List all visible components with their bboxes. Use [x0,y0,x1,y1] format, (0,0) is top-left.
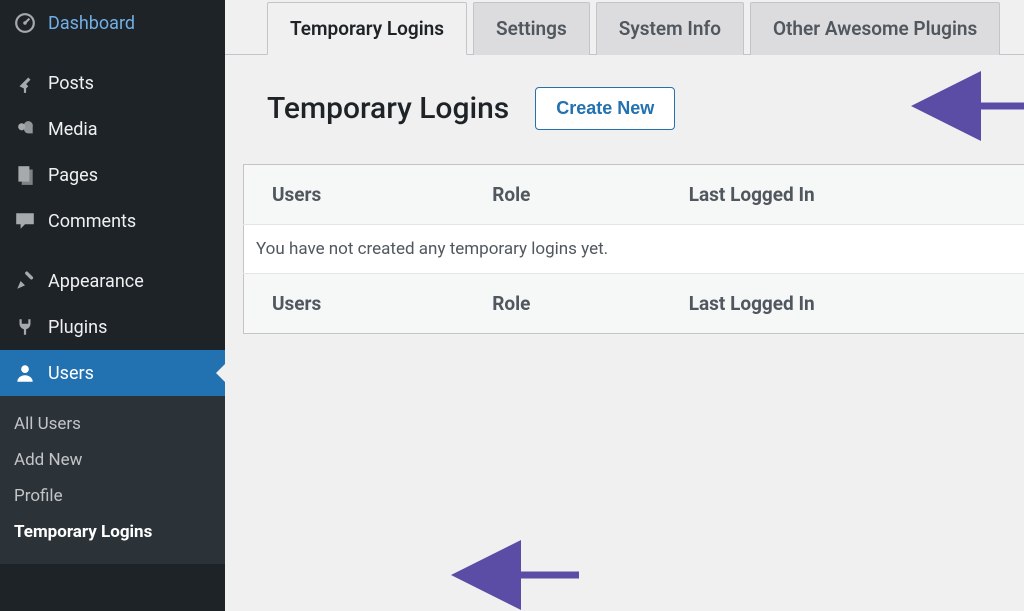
temporary-logins-table-wrap: UsersRoleLast Logged In You have not cre… [243,164,1024,334]
dashboard-icon [14,12,36,34]
tab-temporary-logins[interactable]: Temporary Logins [267,2,467,55]
sidebar-item-label: Users [48,363,94,384]
column-header-users: Users [244,165,465,225]
sidebar-item-pages[interactable]: Pages [0,152,225,198]
create-new-button[interactable]: Create New [535,87,675,130]
sidebar-item-plugins[interactable]: Plugins [0,304,225,350]
column-header-last-logged-in: Last Logged In [661,274,1024,334]
sidebar-item-users[interactable]: Users [0,350,225,396]
sidebar-item-label: Comments [48,211,136,232]
admin-sidebar: Dashboard Posts Media Pages Comments Appearan… [0,0,225,611]
sidebar-item-label: Pages [48,165,98,186]
sidebar-item-comments[interactable]: Comments [0,198,225,244]
tab-bar: Temporary LoginsSettingsSystem InfoOther… [225,2,1024,55]
table-empty-row: You have not created any temporary login… [244,225,1024,274]
tab-settings[interactable]: Settings [473,2,590,55]
submenu-item-profile[interactable]: Profile [0,478,225,514]
annotation-arrow-submenu-temporary-logins [457,561,587,593]
table-empty-message: You have not created any temporary login… [244,225,1024,274]
column-header-last-logged-in: Last Logged In [661,165,1024,225]
main-content: Temporary LoginsSettingsSystem InfoOther… [225,0,1024,611]
sidebar-item-dashboard[interactable]: Dashboard [0,0,225,46]
sidebar-item-media[interactable]: Media [0,106,225,152]
submenu-item-all-users[interactable]: All Users [0,406,225,442]
column-header-role: Role [464,165,661,225]
sidebar-item-appearance[interactable]: Appearance [0,258,225,304]
temporary-logins-table: UsersRoleLast Logged In You have not cre… [243,164,1024,334]
plugins-icon [14,316,36,338]
sidebar-item-posts[interactable]: Posts [0,60,225,106]
pin-icon [14,72,36,94]
column-header-users: Users [244,274,465,334]
sidebar-item-label: Appearance [48,271,144,292]
pages-icon [14,164,36,186]
users-icon [14,362,36,384]
tab-other-awesome-plugins[interactable]: Other Awesome Plugins [750,2,1000,55]
comments-icon [14,210,36,232]
appearance-icon [14,270,36,292]
sidebar-submenu-users: All UsersAdd NewProfileTemporary Logins [0,396,225,564]
tab-system-info[interactable]: System Info [596,2,744,55]
sidebar-separator [0,244,225,258]
media-icon [14,118,36,140]
sidebar-item-label: Dashboard [48,13,135,34]
sidebar-item-label: Plugins [48,317,107,338]
submenu-item-temporary-logins[interactable]: Temporary Logins [0,514,225,550]
submenu-item-add-new[interactable]: Add New [0,442,225,478]
page-title: Temporary Logins [267,91,509,126]
sidebar-item-label: Media [48,119,98,140]
sidebar-separator [0,46,225,60]
column-header-role: Role [464,274,661,334]
sidebar-item-label: Posts [48,73,94,94]
